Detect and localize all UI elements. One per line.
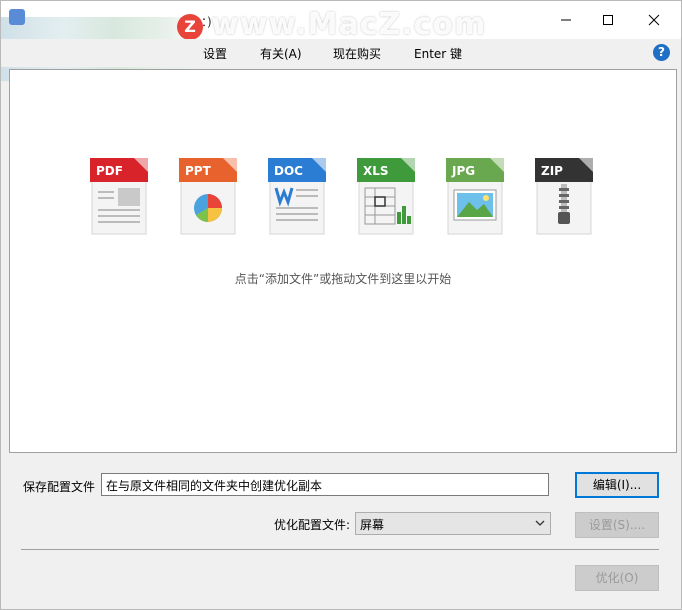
- ppt-label: PPT: [185, 164, 212, 178]
- maximize-button[interactable]: [585, 1, 631, 39]
- settings-button[interactable]: 设置(S)....: [575, 512, 659, 538]
- watermark-logo: Z: [177, 14, 203, 40]
- ppt-file-icon: PPT: [179, 158, 237, 235]
- app-window: ：) Z www.MacZ.com 设置 有关(A) 现在购买 Enter 键 …: [0, 0, 682, 610]
- close-button[interactable]: [631, 1, 677, 39]
- doc-label: DOC: [274, 164, 303, 178]
- optimize-button[interactable]: 优化(O): [575, 565, 659, 591]
- doc-file-icon: DOC: [268, 158, 326, 235]
- divider: [21, 549, 659, 550]
- close-icon: [648, 14, 660, 26]
- title-bar: ：) Z www.MacZ.com: [1, 1, 681, 81]
- watermark-text: www.MacZ.com: [211, 7, 487, 42]
- zip-file-icon: ZIP: [535, 158, 593, 235]
- menu-buy-now[interactable]: 现在购买: [333, 45, 381, 62]
- menu-settings[interactable]: 设置: [203, 45, 227, 62]
- xls-file-icon: XLS: [357, 158, 415, 235]
- maximize-icon: [603, 15, 613, 25]
- pdf-label: PDF: [96, 164, 123, 178]
- help-icon[interactable]: ?: [653, 44, 670, 61]
- save-profile-field[interactable]: 在与原文件相同的文件夹中创建优化副本: [101, 473, 549, 496]
- xls-label: XLS: [363, 164, 389, 178]
- file-drop-zone[interactable]: PDF PPT DOC XLS JPG ZIP 点击“添加文件”或拖动文件到这里…: [9, 69, 677, 453]
- zip-label: ZIP: [541, 164, 563, 178]
- edit-button[interactable]: 编辑(I)...: [575, 472, 659, 498]
- app-icon: [9, 9, 25, 25]
- chevron-down-icon: [535, 520, 545, 526]
- menu-enter-key[interactable]: Enter 键: [414, 45, 462, 62]
- save-profile-label: 保存配置文件: [23, 480, 96, 494]
- menu-about[interactable]: 有关(A): [260, 45, 302, 62]
- pdf-file-icon: PDF: [90, 158, 148, 235]
- jpg-label: JPG: [451, 164, 475, 178]
- drop-hint-text: 点击“添加文件”或拖动文件到这里以开始: [234, 272, 452, 286]
- minimize-button[interactable]: [543, 1, 589, 39]
- minimize-icon: [561, 19, 571, 21]
- optimize-profile-select[interactable]: 屏幕: [355, 512, 551, 535]
- optimize-profile-value: 屏幕: [360, 518, 385, 532]
- jpg-file-icon: JPG: [446, 158, 504, 235]
- optimize-profile-label: 优化配置文件:: [274, 518, 351, 532]
